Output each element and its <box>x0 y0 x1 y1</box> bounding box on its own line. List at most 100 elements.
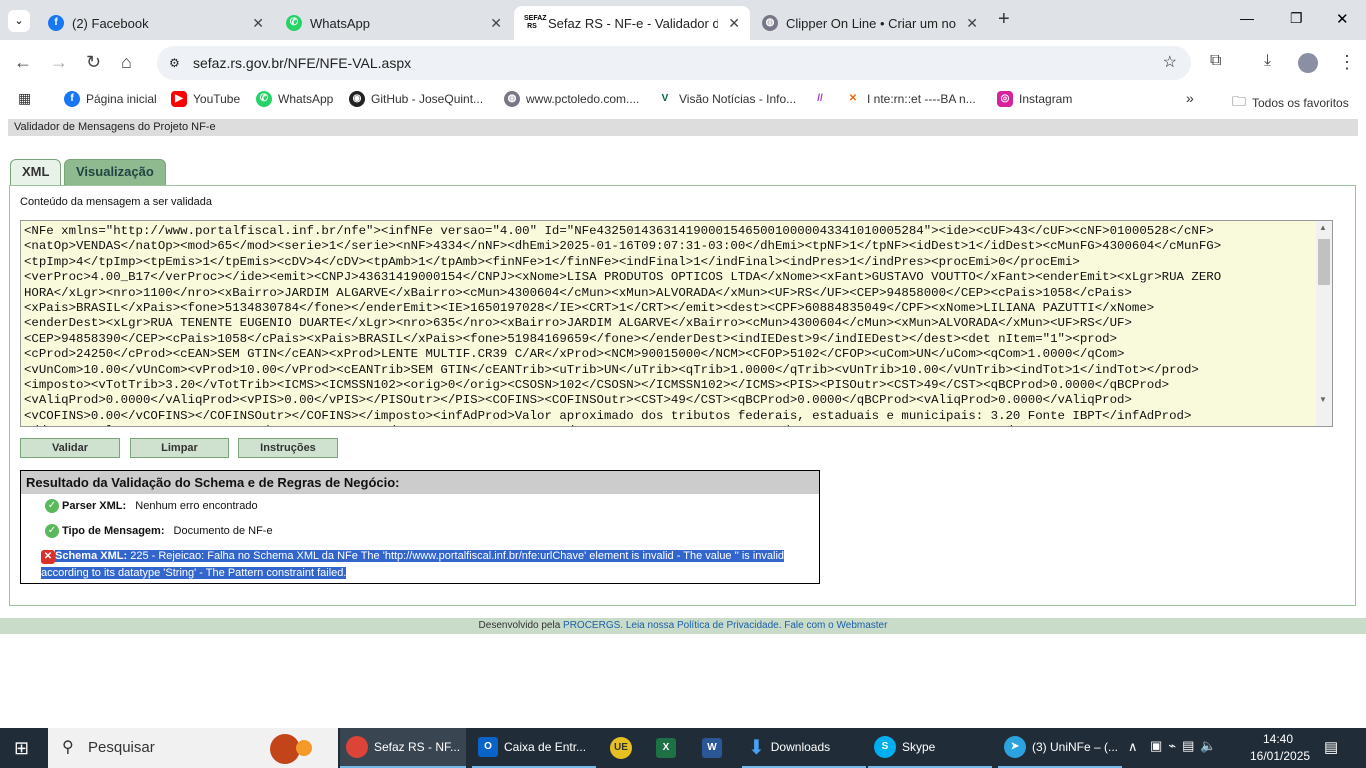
tab-facebook[interactable]: f (2) Facebook ✕ <box>38 6 274 40</box>
taskbar-excel[interactable]: X <box>650 728 694 768</box>
profile-avatar[interactable] <box>1298 53 1318 73</box>
back-icon[interactable]: ← <box>14 52 32 73</box>
validar-button[interactable]: Validar <box>20 438 120 458</box>
close-window-icon[interactable]: ✕ <box>1336 10 1349 28</box>
result-label: Parser XML: <box>62 500 127 512</box>
reload-icon[interactable]: ↻ <box>86 52 101 73</box>
all-bookmarks[interactable]: 🗀 Todos os favoritos <box>1232 91 1349 115</box>
bookmark-star-icon[interactable]: ☆ <box>1163 46 1177 80</box>
more-bookmarks-icon[interactable]: » <box>1186 90 1194 106</box>
taskbar-uninfe[interactable]: ➤ (3) UniNFe – (... <box>998 728 1122 768</box>
chrome-icon <box>346 736 368 758</box>
tab-sefaz[interactable]: SEFAZ RSSefaz RS - NF-e - Validador de M… <box>514 6 750 40</box>
tray-chevron-icon[interactable]: ∧ <box>1128 739 1138 755</box>
excel-icon: X <box>656 738 676 758</box>
close-tab-icon[interactable]: ✕ <box>966 15 978 32</box>
privacy-link[interactable]: Leia nossa Política de Privacidade. <box>626 620 782 631</box>
bookmark-label: Página inicial <box>86 92 157 106</box>
whatsapp-icon: ✆ <box>286 15 302 31</box>
visao-icon: V <box>657 91 673 107</box>
tab-whatsapp[interactable]: ✆ WhatsApp ✕ <box>276 6 512 40</box>
windows-start-icon[interactable]: ⊞ <box>14 738 29 759</box>
result-tipo: ✓ Tipo de Mensagem: Documento de NF-e <box>45 524 273 538</box>
home-icon[interactable]: ⌂ <box>121 52 132 73</box>
page-content: Validador de Mensagens do Projeto NF-e X… <box>0 113 1366 728</box>
check-icon: ✓ <box>45 499 59 513</box>
procergs-link[interactable]: PROCERGS. <box>563 620 623 631</box>
clock[interactable]: 14:40 16/01/2025 <box>1250 731 1311 765</box>
facebook-icon: f <box>48 15 64 31</box>
menu-icon[interactable]: ⋮ <box>1338 52 1356 73</box>
limpar-button[interactable]: Limpar <box>130 438 229 458</box>
outlook-icon: O <box>478 737 498 757</box>
bookmark-pagina-inicial[interactable]: f Página inicial <box>64 91 157 107</box>
tab-label: Clipper On Line • Criar um novo <box>786 15 956 31</box>
date: 16/01/2025 <box>1250 749 1311 763</box>
bookmark-label: YouTube <box>193 92 241 106</box>
bookmark-m[interactable]: // <box>812 91 828 107</box>
webmaster-link[interactable]: Fale com o Webmaster <box>784 620 887 631</box>
result-label: Tipo de Mensagem: <box>62 525 165 537</box>
tab-visualizacao[interactable]: Visualização <box>64 159 166 185</box>
notifications-icon[interactable]: ▤ <box>1324 738 1338 756</box>
tab-xml[interactable]: XML <box>10 159 62 185</box>
tab-search-icon[interactable]: ⌄ <box>8 10 30 32</box>
result-title: Resultado da Validação do Schema e de Re… <box>21 471 819 494</box>
forward-icon[interactable]: → <box>50 52 68 73</box>
bookmark-internet[interactable]: ✕ I nte:rn::et ----BA n... <box>845 91 976 107</box>
minimize-icon[interactable]: — <box>1240 10 1254 26</box>
bookmark-label: Todos os favoritos <box>1252 96 1349 110</box>
taskbar-downloads[interactable]: ⬇ Downloads <box>742 728 866 768</box>
taskbar-chrome[interactable]: Sefaz RS - NF... <box>340 728 466 768</box>
taskbar: ⊞ ⚲ Pesquisar Sefaz RS - NF... O Caixa de … <box>0 728 1366 768</box>
address-bar[interactable]: ⚙ sefaz.rs.gov.br/NFE/NFE-VAL.aspx ☆ <box>157 46 1191 80</box>
taskbar-label: Downloads <box>770 740 831 754</box>
tab-clipper[interactable]: ◍ Clipper On Line • Criar um novo ✕ <box>752 6 988 40</box>
youtube-icon: ▶ <box>171 91 187 107</box>
bookmark-label: Instagram <box>1019 92 1073 106</box>
tray-icons[interactable]: ▣⌁▤🔈 <box>1150 738 1223 754</box>
skype-icon: S <box>874 736 896 758</box>
close-tab-icon[interactable]: ✕ <box>490 15 502 32</box>
bookmark-github[interactable]: ◉ GitHub - JoseQuint... <box>349 91 483 107</box>
taskbar-label: Skype <box>902 740 936 754</box>
taskbar-word[interactable]: W <box>696 728 740 768</box>
bookmark-visao[interactable]: V Visão Notícias - Info... <box>657 91 796 107</box>
close-tab-icon[interactable]: ✕ <box>728 15 740 32</box>
bookmark-label: GitHub - JoseQuint... <box>371 92 484 106</box>
search-placeholder: Pesquisar <box>88 739 155 756</box>
taskbar-ultraedit[interactable]: UE <box>604 728 648 768</box>
taskbar-skype[interactable]: S Skype <box>868 728 992 768</box>
bookmark-pctoledo[interactable]: ◍ www.pctoledo.com.... <box>504 91 639 107</box>
new-tab-icon[interactable]: + <box>998 8 1010 31</box>
extensions-icon[interactable]: ⧉ <box>1210 52 1221 70</box>
taskbar-search[interactable]: ⚲ Pesquisar <box>48 728 338 768</box>
m-logo-icon: // <box>812 91 828 107</box>
restore-icon[interactable]: ❐ <box>1290 10 1303 27</box>
folder-icon: 🗀 <box>1232 93 1246 109</box>
close-tab-icon[interactable]: ✕ <box>252 15 264 32</box>
scrollbar[interactable]: ▲ ▼ <box>1316 221 1332 426</box>
bookmark-label: WhatsApp <box>278 92 334 106</box>
tab-label: WhatsApp <box>310 15 370 31</box>
apps-icon[interactable]: ▦ <box>18 90 31 107</box>
download-arrow-icon: ⬇ <box>748 736 765 759</box>
taskbar-outlook[interactable]: O Caixa de Entr... <box>472 728 596 768</box>
result-label: Schema XML: <box>55 550 128 562</box>
download-icon[interactable]: ⤓ <box>1264 52 1271 70</box>
taskbar-label: (3) UniNFe – (... <box>1032 740 1119 754</box>
bookmark-whatsapp[interactable]: ✆ WhatsApp <box>256 91 333 107</box>
sefaz-icon: SEFAZ RS <box>524 15 547 31</box>
whatsapp-icon: ✆ <box>256 91 272 107</box>
bookmark-youtube[interactable]: ▶ YouTube <box>171 91 240 107</box>
github-icon: ◉ <box>349 91 365 107</box>
time: 14:40 <box>1262 732 1294 746</box>
result-schema: ✕ Schema XML: 225 - Rejeicao: Falha no Sc… <box>41 548 801 582</box>
instrucoes-button[interactable]: Instruções <box>238 438 338 458</box>
xml-textarea[interactable]: <NFe xmlns="http://www.portalfiscal.inf.… <box>20 220 1333 427</box>
ultraedit-icon: UE <box>610 737 632 759</box>
xml-content: <NFe xmlns="http://www.portalfiscal.inf.… <box>24 224 1222 426</box>
validator-panel: Conteúdo da mensagem a ser validada <NFe… <box>9 185 1356 606</box>
bookmark-instagram[interactable]: ◎ Instagram <box>997 91 1072 107</box>
site-info-icon[interactable]: ⚙ <box>169 46 180 80</box>
